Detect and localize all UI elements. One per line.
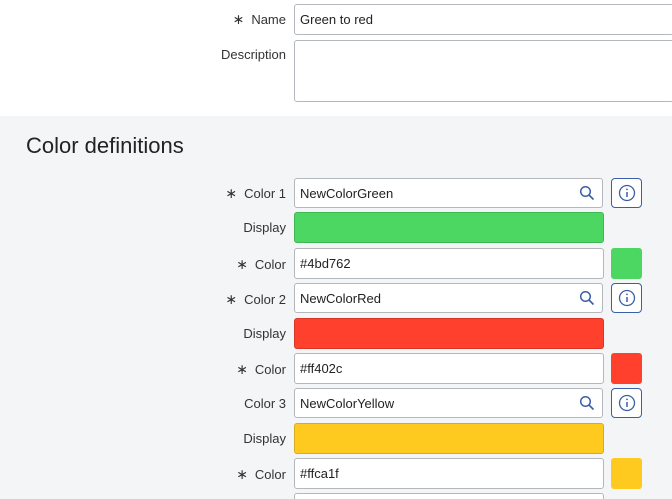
color1-hex-field[interactable]: #4bd762 — [294, 248, 604, 279]
info-icon — [618, 394, 635, 412]
color2-hex-value: #ff402c — [300, 361, 343, 376]
color2-label: ∗ Color 2 — [225, 291, 286, 307]
color1-hex-label: ∗ Color — [236, 256, 286, 272]
color2-hex-label: ∗ Color — [236, 361, 286, 377]
color1-reference-field[interactable]: NewColorGreen — [294, 178, 573, 208]
description-label: Description — [220, 47, 286, 62]
color3-reference-field[interactable]: NewColorYellow — [294, 388, 573, 418]
color1-display-bar — [294, 212, 604, 243]
required-icon: ∗ — [225, 291, 238, 307]
description-field[interactable] — [294, 40, 672, 102]
color1-reference-value: NewColorGreen — [300, 185, 394, 201]
name-label: ∗ Name — [232, 11, 286, 27]
info-icon — [618, 184, 635, 202]
color2-display-label: Display — [243, 326, 286, 341]
color1-display-label: Display — [243, 220, 286, 235]
color2-swatch[interactable] — [611, 353, 642, 384]
required-icon: ∗ — [236, 256, 248, 272]
color2-display-bar — [294, 318, 604, 349]
color2-hex-field[interactable]: #ff402c — [294, 353, 604, 384]
record-header-panel: ∗ Name Green to red Description — [0, 0, 672, 116]
search-icon — [579, 290, 595, 306]
color2-reference-value: NewColorRed — [300, 290, 381, 306]
color1-hex-value: #4bd762 — [300, 256, 351, 271]
color3-hex-field[interactable]: #ffca1f — [294, 458, 604, 489]
required-icon: ∗ — [236, 466, 248, 482]
info-icon — [618, 289, 635, 307]
color3-hex-value: #ffca1f — [300, 466, 339, 481]
color3-swatch[interactable] — [611, 458, 642, 489]
search-icon — [579, 395, 595, 411]
color2-reference-field[interactable]: NewColorRed — [294, 283, 573, 313]
section-title: Color definitions — [26, 133, 184, 158]
name-value: Green to red — [300, 12, 373, 27]
required-icon: ∗ — [232, 11, 245, 27]
color1-info-button[interactable] — [611, 178, 642, 208]
color3-hex-label: ∗ Color — [236, 466, 286, 482]
color1-lookup-button[interactable] — [572, 178, 603, 208]
color3-lookup-button[interactable] — [572, 388, 603, 418]
color3-display-label: Display — [243, 431, 286, 446]
next-field-partial[interactable] — [294, 493, 604, 499]
color3-info-button[interactable] — [611, 388, 642, 418]
color3-reference-value: NewColorYellow — [300, 395, 395, 411]
required-icon: ∗ — [225, 185, 238, 201]
required-icon: ∗ — [236, 361, 248, 377]
name-field[interactable]: Green to red — [294, 4, 672, 35]
color2-info-button[interactable] — [611, 283, 642, 313]
color1-label: ∗ Color 1 — [225, 185, 286, 201]
search-icon — [579, 185, 595, 201]
color3-display-bar — [294, 423, 604, 454]
color2-lookup-button[interactable] — [572, 283, 603, 313]
color1-swatch[interactable] — [611, 248, 642, 279]
color3-label: Color 3 — [244, 396, 286, 411]
